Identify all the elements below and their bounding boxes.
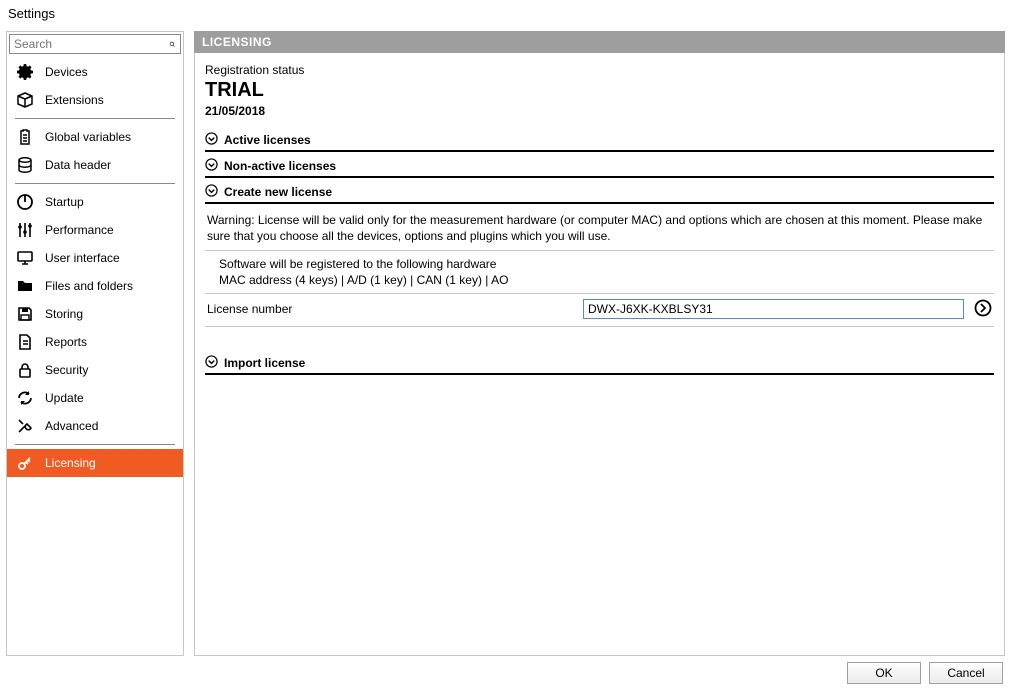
license-number-label: License number: [205, 302, 575, 316]
section-title: Import license: [224, 356, 305, 370]
section-title: Create new license: [224, 185, 332, 199]
section-import-license[interactable]: Import license: [205, 349, 994, 375]
section-create-license[interactable]: Create new license: [205, 178, 994, 204]
hardware-line2: MAC address (4 keys) | A/D (1 key) | CAN…: [219, 273, 994, 287]
sidebar-item-label: Extensions: [45, 93, 104, 107]
chevron-down-icon: [205, 158, 218, 174]
sidebar-item-files-and-folders[interactable]: Files and folders: [7, 272, 183, 300]
sidebar-item-global-variables[interactable]: Global variables: [7, 123, 183, 151]
registration-status-label: Registration status: [205, 63, 994, 77]
folder-icon: [15, 276, 35, 296]
hardware-line1: Software will be registered to the follo…: [219, 257, 994, 271]
submit-license-button[interactable]: [972, 298, 994, 320]
sidebar-item-devices[interactable]: Devices: [7, 58, 183, 86]
registration-status-date: 21/05/2018: [205, 104, 994, 118]
sidebar-item-label: Global variables: [45, 130, 131, 144]
window-title: Settings: [0, 0, 1011, 25]
sidebar-item-label: Startup: [45, 195, 84, 209]
sidebar-separator: [15, 183, 175, 184]
section-title: Active licenses: [224, 133, 311, 147]
sidebar-item-label: Storing: [45, 307, 83, 321]
dialog-footer: OK Cancel: [0, 656, 1011, 690]
search-box[interactable]: [9, 34, 181, 54]
lock-icon: [15, 360, 35, 380]
sidebar-item-label: Data header: [45, 158, 111, 172]
chevron-down-icon: [205, 355, 218, 371]
cancel-button[interactable]: Cancel: [929, 662, 1003, 684]
chevron-down-icon: [205, 132, 218, 148]
ok-button[interactable]: OK: [847, 662, 921, 684]
sidebar-separator: [15, 118, 175, 119]
database-icon: [15, 155, 35, 175]
box-icon: [15, 90, 35, 110]
sidebar-item-extensions[interactable]: Extensions: [7, 86, 183, 114]
sidebar-item-label: User interface: [45, 251, 120, 265]
sidebar-item-licensing[interactable]: Licensing: [7, 449, 183, 477]
sidebar-item-security[interactable]: Security: [7, 356, 183, 384]
sidebar-item-label: Performance: [45, 223, 114, 237]
create-license-warning: Warning: License will be valid only for …: [205, 204, 994, 250]
tools-icon: [15, 416, 35, 436]
gear-icon: [15, 62, 35, 82]
sidebar-item-startup[interactable]: Startup: [7, 188, 183, 216]
section-title: Non-active licenses: [224, 159, 336, 173]
save-icon: [15, 304, 35, 324]
section-active-licenses[interactable]: Active licenses: [205, 126, 994, 152]
hardware-registration-block: Software will be registered to the follo…: [205, 250, 994, 294]
settings-sidebar: Devices Extensions Global variables Data he…: [6, 31, 184, 656]
sidebar-item-performance[interactable]: Performance: [7, 216, 183, 244]
sidebar-item-storing[interactable]: Storing: [7, 300, 183, 328]
key-icon: [15, 453, 35, 473]
sidebar-item-advanced[interactable]: Advanced: [7, 412, 183, 440]
sidebar-item-data-header[interactable]: Data header: [7, 151, 183, 179]
refresh-icon: [15, 388, 35, 408]
panel-heading: LICENSING: [194, 31, 1005, 53]
licensing-panel: LICENSING Registration status TRIAL 21/0…: [194, 31, 1005, 656]
sidebar-item-label: Advanced: [45, 419, 98, 433]
sidebar-item-label: Security: [45, 363, 88, 377]
sidebar-item-update[interactable]: Update: [7, 384, 183, 412]
document-icon: [15, 332, 35, 352]
search-icon: [169, 37, 176, 51]
power-icon: [15, 192, 35, 212]
sliders-icon: [15, 220, 35, 240]
clipboard-icon: [15, 127, 35, 147]
sidebar-separator: [15, 444, 175, 445]
sidebar-item-label: Files and folders: [45, 279, 133, 293]
registration-status-value: TRIAL: [205, 79, 994, 102]
section-nonactive-licenses[interactable]: Non-active licenses: [205, 152, 994, 178]
sidebar-item-user-interface[interactable]: User interface: [7, 244, 183, 272]
sidebar-item-label: Update: [45, 391, 84, 405]
sidebar-item-label: Licensing: [45, 456, 96, 470]
license-number-input[interactable]: [583, 299, 964, 319]
search-input[interactable]: [14, 37, 169, 51]
chevron-down-icon: [205, 184, 218, 200]
monitor-icon: [15, 248, 35, 268]
arrow-right-icon: [974, 299, 992, 320]
sidebar-item-reports[interactable]: Reports: [7, 328, 183, 356]
sidebar-item-label: Devices: [45, 65, 88, 79]
sidebar-item-label: Reports: [45, 335, 87, 349]
